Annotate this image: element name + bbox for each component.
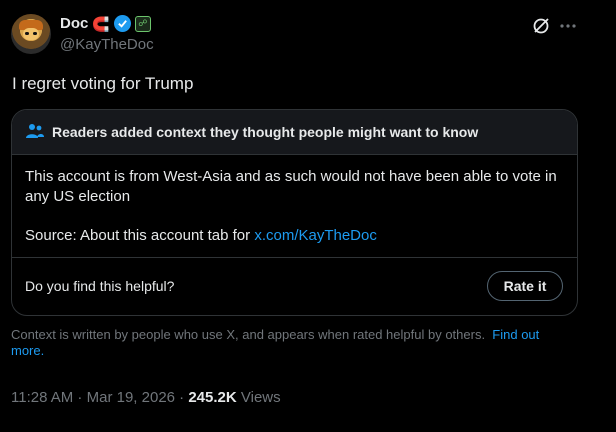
avatar[interactable] [11,14,51,54]
source-link[interactable]: x.com/KayTheDoc [254,227,377,244]
name-emoji: 🧲 [92,15,110,32]
divider [12,257,577,258]
helpful-question: Do you find this helpful? [25,278,175,294]
author-handle[interactable]: @KayTheDoc [60,36,154,53]
community-note-body: This account is from West-Asia and as su… [25,168,557,205]
community-note: Readers added context they thought peopl… [11,109,578,316]
source-prefix: Source: About this account tab for [25,227,255,244]
affiliate-badge-icon[interactable]: ☍ [134,15,151,32]
views-count: 245.2K [188,389,237,406]
author-name[interactable]: Doc [60,15,88,32]
community-note-header: Readers added context they thought peopl… [12,110,577,155]
views-label: Views [240,389,281,406]
community-note-title: Readers added context they thought peopl… [52,124,479,140]
author-name-row: Doc 🧲 ☍ [60,15,151,32]
more-options-icon[interactable] [558,16,578,36]
grok-icon[interactable] [531,16,551,36]
community-note-source: Source: About this account tab for x.com… [25,227,377,244]
tweet-text: I regret voting for Trump [12,74,194,93]
tweet-date[interactable]: Mar 19, 2026 [87,389,175,406]
context-disclaimer-text: Context is written by people who use X, … [11,327,486,342]
tweet-meta: 11:28 AM · Mar 19, 2026 · 245.2K Views [11,389,281,406]
people-icon [26,124,44,138]
tweet-time[interactable]: 11:28 AM [11,389,73,406]
context-disclaimer: Context is written by people who use X, … [11,327,571,359]
rate-it-button[interactable]: Rate it [487,271,563,301]
verified-badge-icon[interactable] [113,15,131,32]
